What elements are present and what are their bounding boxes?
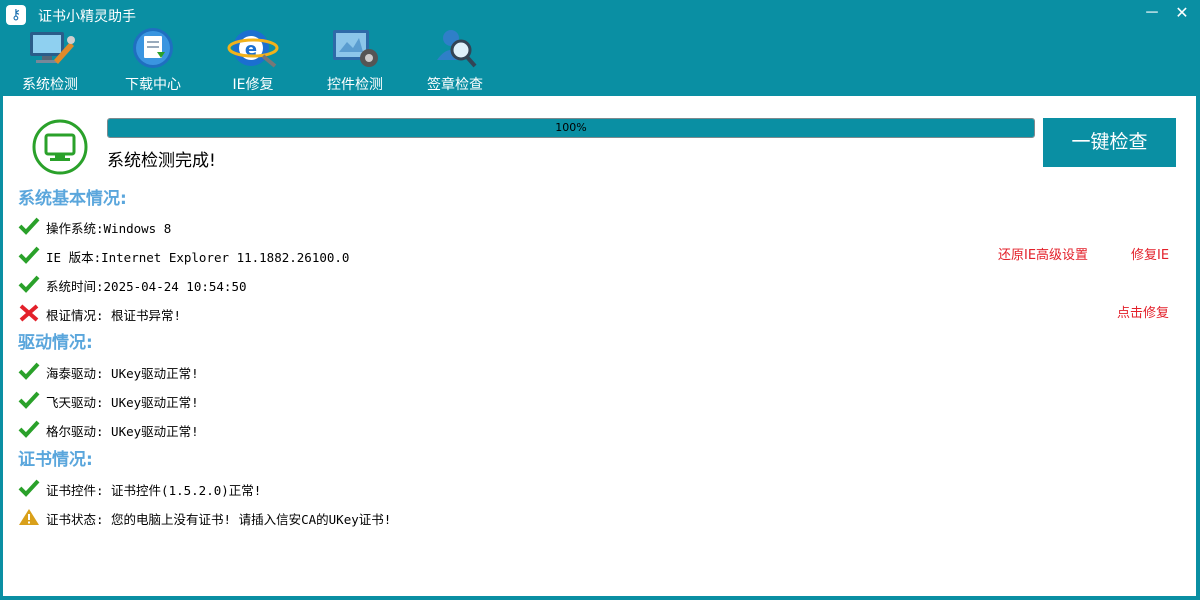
check-icon: [18, 217, 40, 235]
check-icon: [18, 420, 40, 438]
one-key-check-button[interactable]: 一键检查: [1043, 118, 1176, 167]
close-button[interactable]: ✕: [1172, 4, 1192, 24]
tool-control-check[interactable]: 控件检测: [305, 30, 405, 96]
key-icon: ⚷: [6, 5, 26, 25]
check-icon: [18, 275, 40, 293]
tool-label: 控件检测: [327, 77, 383, 93]
section-title-basic: 系统基本情况:: [18, 189, 127, 209]
status-message: 系统检测完成!: [107, 151, 216, 171]
item-text: IE 版本:Internet Explorer 11.1882.26100.0: [46, 250, 350, 265]
error-x-icon: [19, 304, 39, 322]
section-title-cert: 证书情况:: [18, 450, 93, 470]
progress-text: 100%: [555, 121, 587, 134]
window-title: 证书小精灵助手: [38, 9, 136, 25]
tool-ie-repair[interactable]: e IE修复: [203, 30, 303, 96]
click-repair-link[interactable]: 点击修复: [1117, 302, 1169, 321]
item-text: 系统时间:2025-04-24 10:54:50: [46, 279, 247, 294]
tool-label: 签章检查: [427, 77, 483, 93]
check-icon: [18, 362, 40, 380]
list-item: 证书控件: 证书控件(1.5.2.0)正常!: [18, 478, 1188, 498]
list-item: 系统时间:2025-04-24 10:54:50: [18, 274, 1188, 294]
tool-label: IE修复: [232, 77, 274, 93]
list-item: 操作系统:Windows 8: [18, 216, 1188, 236]
tool-system-check[interactable]: 系统检测: [0, 30, 100, 96]
tool-seal-check[interactable]: 签章检查: [405, 30, 505, 96]
tool-download-center[interactable]: 下载中心: [103, 28, 203, 96]
download-center-icon: [133, 28, 173, 68]
toolbar: 系统检测 下载中心 e IE修复 控件检测 签章检查: [0, 28, 1200, 96]
progress-bar: 100%: [107, 118, 1035, 138]
tool-label: 系统检测: [22, 77, 78, 93]
check-icon: [18, 246, 40, 264]
item-text: 格尔驱动: UKey驱动正常!: [46, 424, 199, 439]
minimize-button[interactable]: －: [1142, 4, 1162, 24]
tool-label: 下载中心: [125, 77, 181, 93]
item-text: 海泰驱动: UKey驱动正常!: [46, 366, 199, 381]
system-check-icon: [30, 32, 75, 64]
warning-icon: [19, 509, 39, 525]
ie-repair-icon: e: [227, 30, 279, 68]
list-item: 飞天驱动: UKey驱动正常!: [18, 390, 1188, 410]
list-item: 海泰驱动: UKey驱动正常!: [18, 361, 1188, 381]
main-panel: 100% 系统检测完成! 一键检查 系统基本情况: 操作系统:Windows 8…: [3, 96, 1196, 596]
item-text: 证书控件: 证书控件(1.5.2.0)正常!: [46, 483, 262, 498]
check-icon: [18, 391, 40, 409]
item-text: 操作系统:Windows 8: [46, 221, 172, 236]
check-icon: [18, 479, 40, 497]
section-title-driver: 驱动情况:: [18, 333, 93, 353]
repair-ie-link[interactable]: 修复IE: [1131, 244, 1169, 263]
list-item: 根证情况: 根证书异常!: [18, 303, 1188, 323]
item-text: 飞天驱动: UKey驱动正常!: [46, 395, 199, 410]
list-item: 格尔驱动: UKey驱动正常!: [18, 419, 1188, 439]
monitor-status-icon: [32, 119, 88, 175]
item-text: 证书状态: 您的电脑上没有证书! 请插入信安CA的UKey证书!: [46, 512, 392, 527]
control-check-icon: [333, 30, 378, 67]
restore-ie-settings-link[interactable]: 还原IE高级设置: [998, 244, 1088, 263]
item-text: 根证情况: 根证书异常!: [46, 308, 182, 323]
seal-check-icon: [437, 30, 477, 68]
title-bar: ⚷ 证书小精灵助手 － ✕: [0, 0, 1200, 30]
list-item: 证书状态: 您的电脑上没有证书! 请插入信安CA的UKey证书!: [18, 507, 1188, 527]
